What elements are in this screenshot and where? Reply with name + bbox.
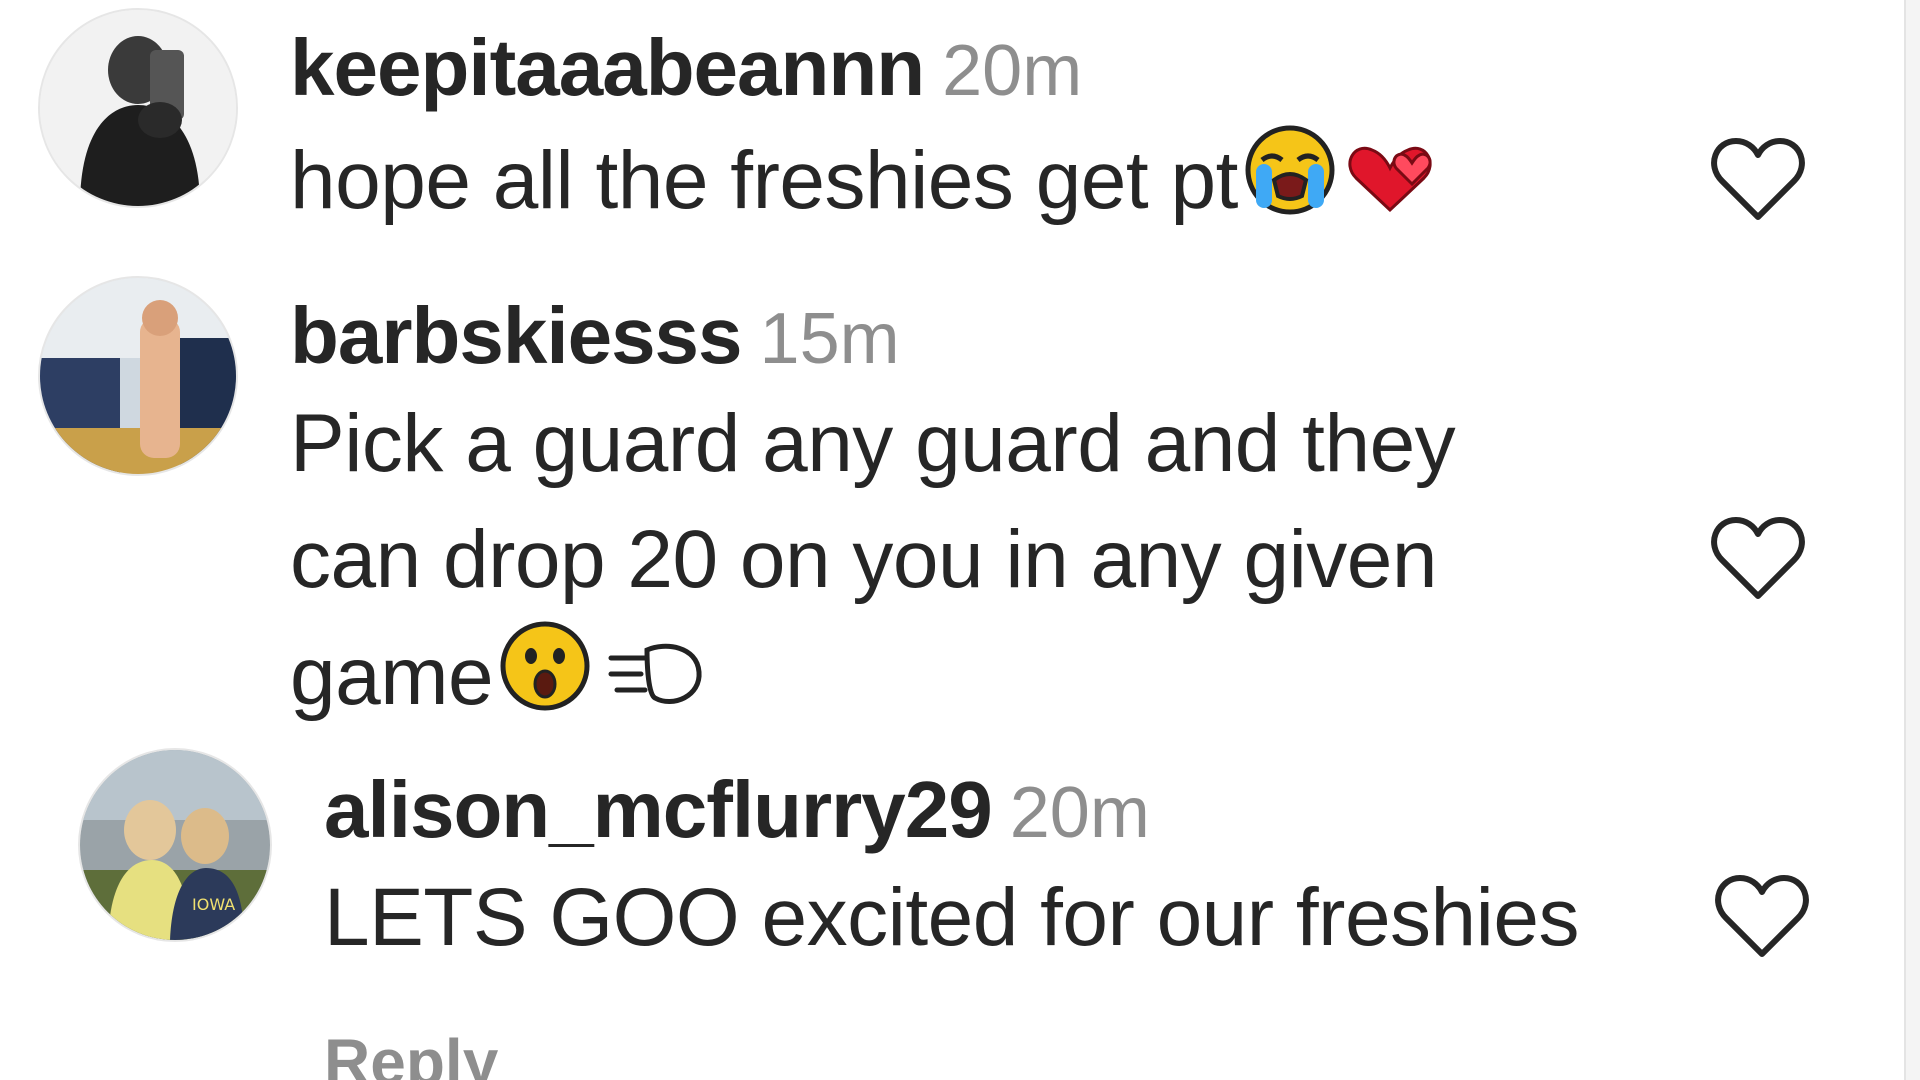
like-button[interactable] [1714,872,1810,965]
avatar[interactable] [38,8,238,208]
comment-text: Pick a guard any guard and they can drop… [290,386,1456,745]
comment-text-line: can drop 20 on you in any given [290,514,1438,605]
like-button[interactable] [1710,514,1806,607]
comment-body: alison_mcflurry29 20m LETS GOO excited fo… [324,770,1579,976]
comment-body: barbskiesss 15m Pick a guard any guard an… [290,296,1456,745]
heart-outline-icon [1711,138,1805,220]
comment-text-line-last: game [290,618,1455,745]
comment-username[interactable]: barbskiesss [290,291,743,380]
comment-timestamp[interactable]: 20m [942,31,1082,111]
avatar-image: IOWA [80,750,270,940]
avatar-image [40,278,236,474]
avatar-image [40,10,236,206]
comment-text: hope all the freshies get pt [290,122,1442,249]
comment-body: keepitaaabeannn 20m hope all the freshies… [290,28,1442,249]
comment-text: LETS GOO excited for our freshies [324,860,1579,976]
avatar[interactable] [38,276,238,476]
comment-text-line: Pick a guard any guard and they [290,398,1456,489]
reply-button[interactable]: Reply [324,1030,498,1080]
svg-text:IOWA: IOWA [192,895,235,914]
two-hearts-emoji [1342,133,1442,249]
comment-text-line: game [290,631,494,722]
astonished-face-emoji [497,618,593,745]
comment-timestamp[interactable]: 20m [1010,773,1150,853]
comment-meta: keepitaaabeannn 20m [290,28,1442,108]
loudly-crying-face-emoji [1242,122,1338,249]
scrollbar-track[interactable] [1904,0,1920,1080]
comment-username[interactable]: keepitaaabeannn [290,23,925,112]
comment-meta: barbskiesss 15m [290,296,1455,376]
heart-outline-icon [1711,517,1805,599]
like-button[interactable] [1710,135,1806,228]
dashing-away-emoji [607,629,707,745]
heart-outline-icon [1715,875,1809,957]
avatar[interactable]: IOWA [78,748,272,942]
comment-timestamp[interactable]: 15m [760,299,900,379]
comment-text-line: hope all the freshies get pt [290,135,1238,226]
comment-text-line: LETS GOO excited for our freshies [324,872,1579,963]
comment-meta: alison_mcflurry29 20m [324,770,1579,850]
comment-username[interactable]: alison_mcflurry29 [324,765,993,854]
